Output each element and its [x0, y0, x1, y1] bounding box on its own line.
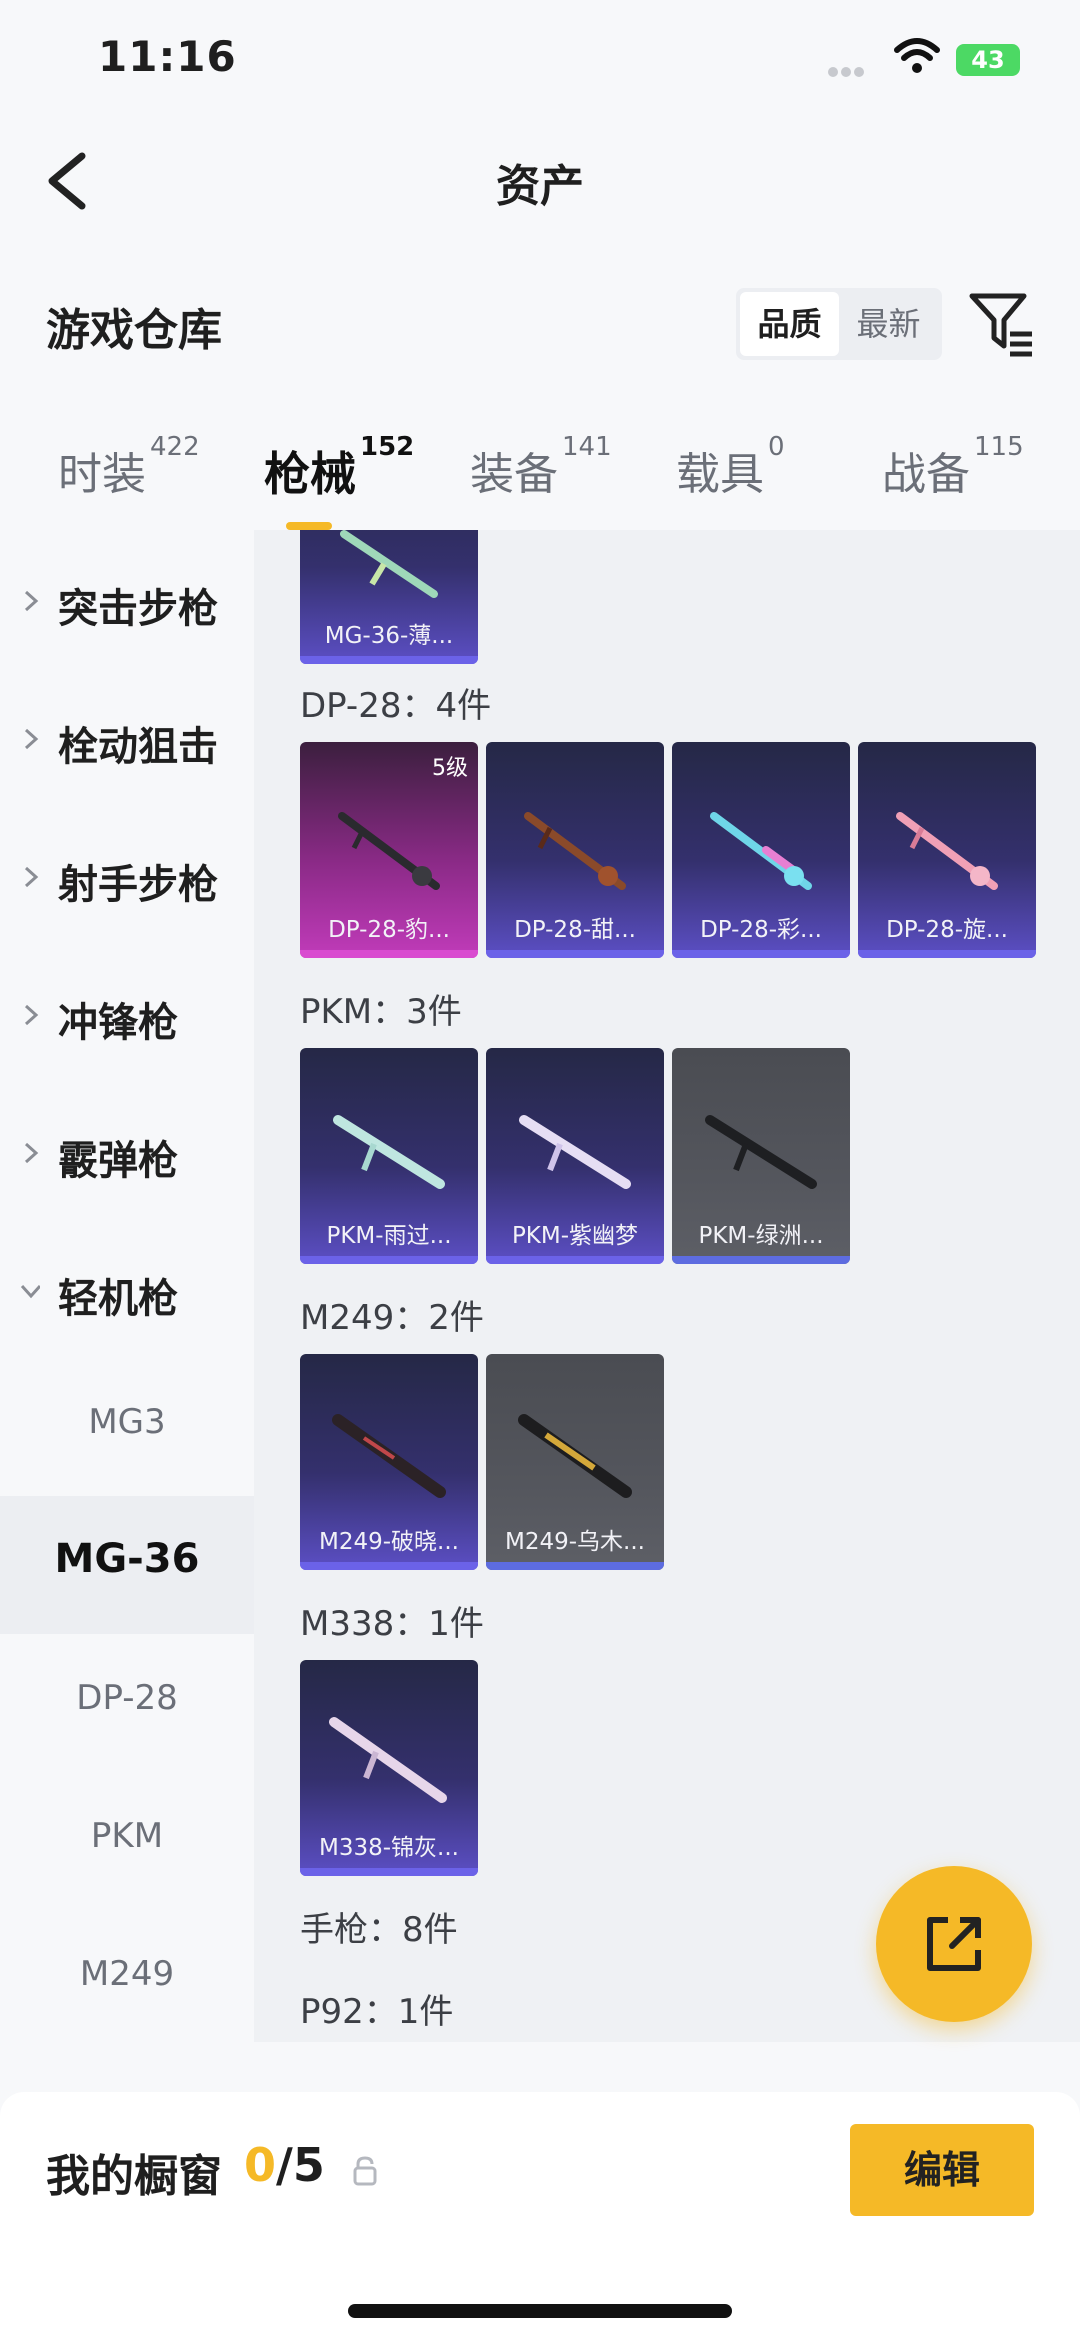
tab-fashion[interactable]: 时装422 — [58, 432, 200, 502]
weapon-card[interactable]: M249-乌木... — [486, 1354, 664, 1570]
warehouse-header: 游戏仓库 品质 最新 — [0, 270, 1080, 380]
group-title-m338: M338：1件 — [300, 1604, 484, 1644]
sidebar-sub-mg3[interactable]: MG3 — [0, 1358, 254, 1496]
weapon-image-icon — [332, 1414, 446, 1498]
sidebar-item-smg[interactable]: 冲锋枪 — [0, 944, 254, 1082]
showcase-count: 0/5 — [244, 2138, 325, 2192]
weapon-card[interactable]: PKM-紫幽梦 — [486, 1048, 664, 1264]
chevron-down-icon — [20, 1284, 40, 1299]
signal-icon — [828, 62, 880, 77]
chevron-right-icon — [24, 590, 39, 612]
home-indicator — [348, 2304, 732, 2318]
weapon-image-icon — [710, 812, 812, 890]
weapon-image-icon — [896, 812, 998, 890]
weapon-card[interactable]: DP-28-甜... — [486, 742, 664, 958]
wifi-icon — [894, 38, 940, 73]
status-bar: 11:16 43 — [0, 0, 1080, 120]
tab-equipment[interactable]: 装备141 — [470, 432, 612, 502]
chevron-right-icon — [24, 866, 39, 888]
tab-firearms[interactable]: 枪械 152 — [264, 432, 414, 530]
weapon-card[interactable]: M338-锦灰... — [300, 1660, 478, 1876]
weapon-image-icon — [333, 1115, 445, 1189]
weapon-card[interactable]: PKM-绿洲... — [672, 1048, 850, 1264]
warehouse-label: 游戏仓库 — [46, 305, 222, 356]
sidebar-item-bolt-sniper[interactable]: 栓动狙击 — [0, 668, 254, 806]
tab-supplies[interactable]: 战备115 — [882, 432, 1024, 502]
sidebar-sub-dp28[interactable]: DP-28 — [0, 1634, 254, 1772]
sort-quality-button[interactable]: 品质 — [740, 292, 839, 356]
chevron-right-icon — [24, 728, 39, 750]
chevron-right-icon — [24, 1142, 39, 1164]
weapon-image-icon — [519, 1115, 631, 1189]
weapon-image-icon — [518, 1414, 632, 1498]
weapon-image-icon — [524, 812, 626, 890]
sidebar-item-assault-rifle[interactable]: 突击步枪 — [0, 530, 254, 668]
weapon-card[interactable]: DP-28-彩... — [672, 742, 850, 958]
group-title-p92: P92：1件 — [300, 1992, 454, 2032]
group-title-pkm: PKM：3件 — [300, 992, 462, 1032]
sidebar-item-lmg[interactable]: 轻机枪 — [0, 1220, 254, 1358]
weapon-category-sidebar: 突击步枪 栓动狙击 射手步枪 冲锋枪 霰弹枪 轻机枪 MG3 MG-36 DP-… — [0, 530, 254, 2040]
sidebar-item-marksman-rifle[interactable]: 射手步枪 — [0, 806, 254, 944]
sidebar-sub-mg36[interactable]: MG-36 — [0, 1496, 254, 1634]
share-icon — [927, 1917, 981, 1971]
sort-newest-button[interactable]: 最新 — [839, 292, 938, 356]
tab-vehicles[interactable]: 载具0 — [676, 432, 785, 502]
weapon-card[interactable]: MG-36-薄... — [300, 530, 478, 664]
weapon-card[interactable]: M249-破晓... — [300, 1354, 478, 1570]
battery-icon: 43 — [956, 44, 1020, 76]
sidebar-sub-m249[interactable]: M249 — [0, 1910, 254, 2048]
group-title-pistol: 手枪：8件 — [300, 1910, 458, 1950]
weapon-image-icon — [705, 1115, 817, 1189]
nav-bar: 资产 — [0, 120, 1080, 240]
showcase-bar: 我的橱窗 0/5 编辑 — [0, 2092, 1080, 2339]
weapon-image-icon — [340, 530, 438, 598]
group-title-m249: M249：2件 — [300, 1298, 484, 1338]
share-button[interactable] — [876, 1866, 1032, 2022]
showcase-label: 我的橱窗 — [46, 2151, 222, 2202]
filter-icon[interactable] — [966, 288, 1036, 358]
weapon-card[interactable]: DP-28-旋... — [858, 742, 1036, 958]
weapon-image-icon — [338, 812, 440, 890]
weapon-card[interactable]: 5级 DP-28-豹... — [300, 742, 478, 958]
sidebar-sub-pkm[interactable]: PKM — [0, 1772, 254, 1910]
group-title-dp28: DP-28：4件 — [300, 686, 492, 726]
weapon-grid: MG-36-薄... DP-28：4件 5级 DP-28-豹... DP-28-… — [254, 530, 1080, 2042]
sort-toggle: 品质 最新 — [736, 288, 942, 360]
edit-button[interactable]: 编辑 — [850, 2124, 1034, 2216]
lock-icon — [353, 2156, 377, 2186]
chevron-right-icon — [24, 1004, 39, 1026]
status-time: 11:16 — [98, 32, 237, 81]
weapon-card[interactable]: PKM-雨过... — [300, 1048, 478, 1264]
category-tabs: 时装422 枪械 152 装备141 载具0 战备115 — [0, 420, 1080, 530]
page-title: 资产 — [496, 161, 584, 212]
sidebar-item-shotgun[interactable]: 霰弹枪 — [0, 1082, 254, 1220]
weapon-image-icon — [329, 1717, 447, 1803]
